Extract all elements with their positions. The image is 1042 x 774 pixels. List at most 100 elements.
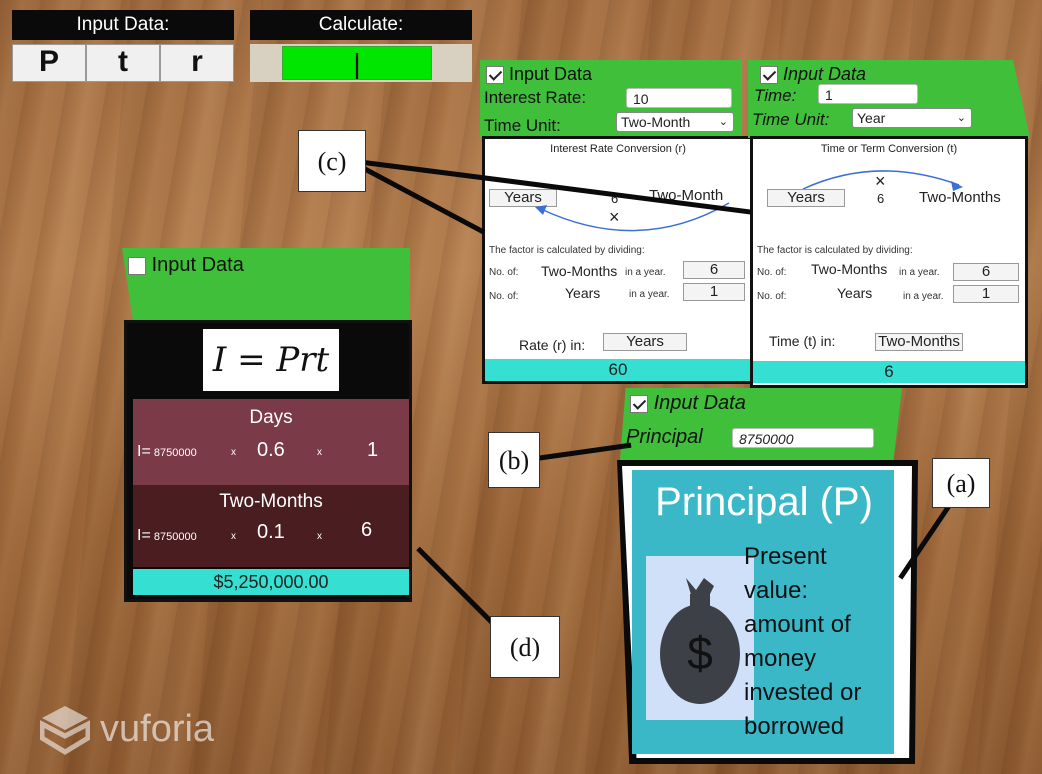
time-row1-value: 6 bbox=[953, 263, 1019, 281]
rate-in-a-year-2: in a year. bbox=[629, 289, 670, 300]
two-months-label: Two-Months bbox=[219, 491, 323, 512]
t-button[interactable]: t bbox=[86, 44, 160, 82]
interest-rate-label: Interest Rate: bbox=[484, 88, 587, 107]
principal-input-title-row: Input Data bbox=[630, 392, 746, 415]
vuforia-watermark: vuforia bbox=[100, 708, 215, 750]
principal-input-title: Input Data bbox=[653, 392, 746, 414]
rate-conversion-title: Interest Rate Conversion (r) bbox=[550, 143, 686, 155]
time-no-of-1: No. of: bbox=[757, 267, 787, 278]
principal-desc-line: borrowed bbox=[744, 713, 845, 740]
principal-card: Principal (P) $ Present value: amount of… bbox=[632, 470, 894, 754]
time-in-a-year-2: in a year. bbox=[903, 291, 944, 302]
time-to-unit: Two-Months bbox=[919, 189, 1001, 206]
callout-d-line bbox=[416, 546, 495, 626]
times-icon: × bbox=[875, 171, 886, 191]
two-x2: x bbox=[317, 531, 322, 542]
time-unit-label-2: Time Unit: bbox=[752, 110, 830, 129]
time-input-title: Input Data bbox=[783, 64, 867, 84]
time-unit-value: Two-Month bbox=[621, 114, 691, 130]
formula-input-panel: Input Data bbox=[122, 248, 410, 324]
chevron-down-icon: ⌄ bbox=[956, 112, 966, 124]
rate-result: 60 bbox=[485, 359, 751, 381]
calculate-button[interactable]: | bbox=[282, 46, 432, 80]
dollar-symbol: $ bbox=[687, 627, 713, 679]
days-x2: x bbox=[317, 447, 322, 458]
principal-desc-line: value: bbox=[744, 577, 809, 604]
principal-desc-line: Present bbox=[744, 543, 827, 570]
time-mid-value: 6 bbox=[877, 191, 885, 206]
time-row1-unit: Two-Months bbox=[811, 261, 888, 277]
time-in-a-year-1: in a year. bbox=[899, 267, 940, 278]
principal-card-title: Principal (P) bbox=[655, 480, 873, 524]
rate-no-of-1: No. of: bbox=[489, 267, 519, 278]
rate-in-label: Rate (r) in: bbox=[519, 337, 586, 353]
rate-input-checkbox[interactable] bbox=[486, 66, 504, 85]
p-button[interactable]: P bbox=[12, 44, 86, 82]
rate-input-title: Input Data bbox=[509, 64, 593, 84]
formula-input-title: Input Data bbox=[151, 254, 244, 276]
formula-input-title-row: Input Data bbox=[128, 254, 244, 277]
days-i-equals: I= bbox=[137, 443, 151, 460]
rate-row1-unit: Two-Months bbox=[541, 263, 618, 279]
rate-row2-value: 1 bbox=[683, 283, 745, 301]
two-r-value: 0.1 bbox=[257, 521, 285, 543]
time-unit-select-2[interactable]: Year ⌄ bbox=[852, 108, 972, 128]
interest-result: $5,250,000.00 bbox=[133, 569, 409, 595]
principal-label: Principal bbox=[626, 426, 703, 448]
rate-in-value: Years bbox=[603, 333, 687, 351]
time-field[interactable]: 1 bbox=[818, 84, 918, 104]
two-prefix: I= 8750000 bbox=[137, 527, 197, 545]
days-t-value: 1 bbox=[367, 439, 379, 461]
time-from-unit: Years bbox=[767, 189, 845, 207]
two-i-equals: I= bbox=[137, 527, 151, 544]
vuforia-logo-icon bbox=[39, 704, 91, 761]
callout-b: (b) bbox=[488, 432, 540, 488]
rate-in-a-year-1: in a year. bbox=[625, 267, 666, 278]
time-input-checkbox[interactable] bbox=[760, 66, 778, 85]
days-r-value: 0.6 bbox=[257, 439, 285, 461]
principal-description: Present value: amount of money invested … bbox=[744, 540, 894, 744]
time-input-panel: Input Data Time: 1 Time Unit: Year ⌄ bbox=[748, 60, 1030, 138]
input-data-header: Input Data: bbox=[12, 10, 234, 40]
principal-input-checkbox[interactable] bbox=[630, 394, 648, 413]
principal-field[interactable]: 8750000 bbox=[732, 428, 874, 448]
two-p-value: 8750000 bbox=[153, 531, 197, 543]
time-row2-value: 1 bbox=[953, 285, 1019, 303]
time-unit-select[interactable]: Two-Month ⌄ bbox=[616, 112, 734, 132]
formula-text: I = Prt bbox=[203, 329, 339, 391]
time-input-title-row: Input Data bbox=[760, 64, 866, 85]
principal-desc-line: money bbox=[744, 645, 817, 672]
rate-arrow-icon bbox=[535, 202, 730, 232]
time-row2-unit: Years bbox=[837, 285, 873, 301]
r-button[interactable]: r bbox=[160, 44, 234, 82]
money-bag-image: $ bbox=[646, 556, 754, 720]
time-in-label: Time (t) in: bbox=[769, 333, 836, 349]
interest-rate-field[interactable]: 10 bbox=[626, 88, 732, 108]
rate-conversion-card: Interest Rate Conversion (r) Years 6 Two… bbox=[482, 136, 754, 384]
formula-input-checkbox[interactable] bbox=[128, 256, 146, 275]
rate-row2-unit: Years bbox=[565, 285, 601, 301]
rate-input-panel: Input Data Interest Rate: 10 Time Unit: … bbox=[480, 60, 742, 138]
time-unit-value-2: Year bbox=[857, 110, 886, 126]
principal-desc-line: invested or bbox=[744, 679, 862, 706]
rate-no-of-2: No. of: bbox=[489, 291, 519, 302]
time-in-value: Two-Months bbox=[875, 333, 963, 351]
time-conversion-card: Time or Term Conversion (t) × Years 6 Tw… bbox=[750, 136, 1028, 388]
time-factor-text: The factor is calculated by dividing: bbox=[757, 245, 913, 256]
calculate-header: Calculate: bbox=[250, 10, 472, 40]
callout-b-line bbox=[535, 442, 632, 461]
time-label: Time: bbox=[754, 86, 797, 105]
time-result: 6 bbox=[753, 361, 1025, 383]
formula-card: I = Prt Days I= 8750000 x 0.6 x 1 Two-Mo… bbox=[124, 320, 412, 602]
callout-a: (a) bbox=[932, 458, 990, 508]
principal-input-panel: Input Data Principal 8750000 bbox=[620, 388, 902, 460]
two-months-row: Two-Months I= 8750000 x 0.1 x 6 bbox=[133, 485, 409, 567]
days-row: Days I= 8750000 x 0.6 x 1 bbox=[133, 399, 409, 485]
principal-desc-line: amount of bbox=[744, 611, 851, 638]
rate-row1-value: 6 bbox=[683, 261, 745, 279]
days-p-value: 8750000 bbox=[153, 447, 197, 459]
callout-c: (c) bbox=[298, 130, 366, 192]
chevron-down-icon: ⌄ bbox=[718, 116, 728, 128]
rate-input-title-row: Input Data bbox=[486, 64, 592, 85]
days-x1: x bbox=[231, 447, 236, 458]
